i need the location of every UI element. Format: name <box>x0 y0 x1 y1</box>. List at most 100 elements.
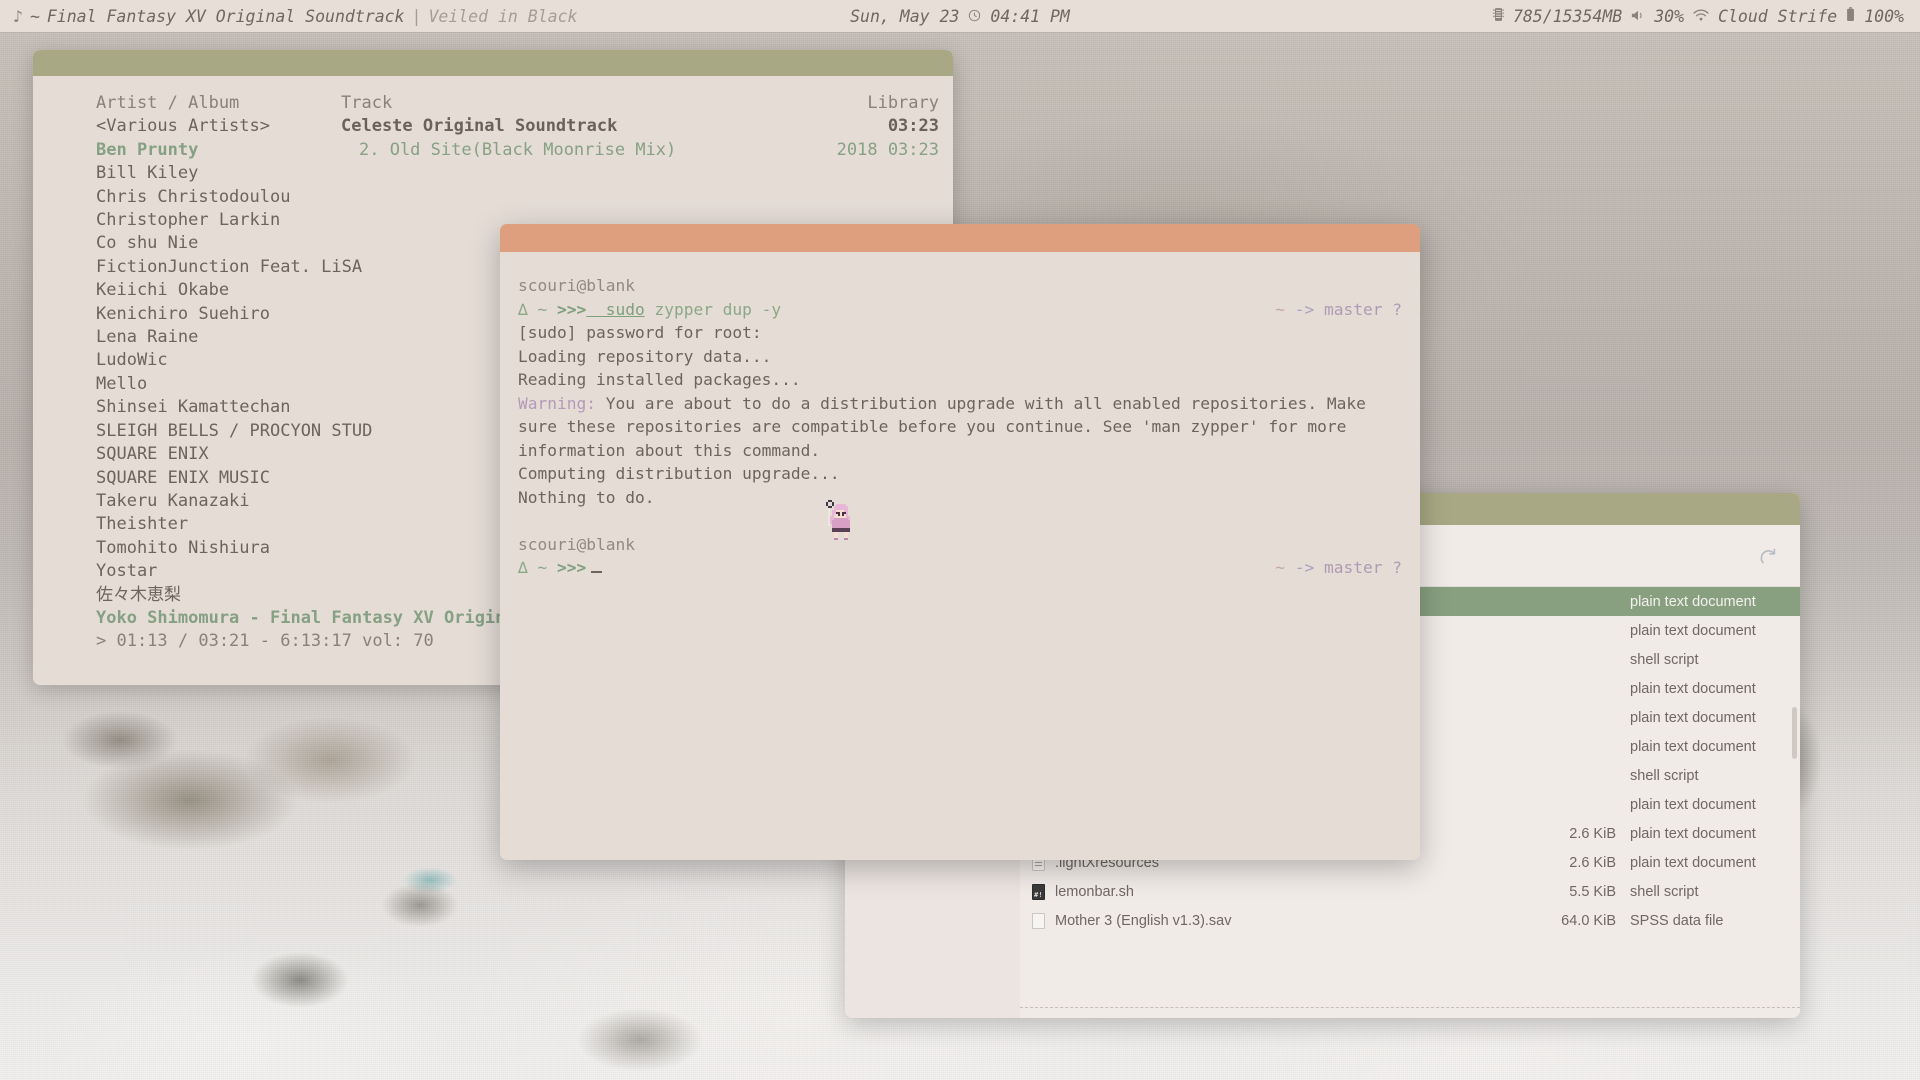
warning-text: You are about to do a distribution upgra… <box>518 394 1376 460</box>
artist-name: Kenichiro Suehiro <box>33 303 336 326</box>
file-type: plain text document <box>1630 623 1800 639</box>
artist-name: Theishter <box>33 513 336 536</box>
terminal-git-prompt: ~ -> master ? <box>1275 298 1402 322</box>
music-album-row[interactable]: <Various Artists> Celeste Original Sound… <box>33 115 953 138</box>
file-size: 5.5 KiB <box>1534 884 1630 900</box>
artist-name: Mello <box>33 373 336 396</box>
volume-icon[interactable] <box>1631 7 1645 26</box>
file-name: Mother 3 (English v1.3).sav <box>1045 913 1534 929</box>
music-track-row[interactable]: Ben Prunty 2. Old Site(Black Moonrise Mi… <box>33 139 953 162</box>
prompt-delta-icon: ∆ ~ <box>518 300 557 319</box>
shell-file-icon <box>1032 884 1045 900</box>
prompt-user-host: scouri@blank <box>518 535 635 554</box>
table-row[interactable]: lemonbar.sh5.5 KiBshell script <box>1020 877 1800 906</box>
file-size: 2.6 KiB <box>1534 826 1630 842</box>
file-size: 64.0 KiB <box>1534 913 1630 929</box>
file-type: shell script <box>1630 652 1800 668</box>
artist-name: LudoWic <box>33 349 336 372</box>
artist-name: Chris Christodoulou <box>33 186 336 209</box>
status-bar: ♪ ~ Final Fantasy XV Original Soundtrack… <box>0 0 1920 32</box>
terminal-output-line: [sudo] password for root: <box>518 321 1402 345</box>
terminal-active-prompt: ∆ ~ >>> ~ -> master ? <box>518 556 1402 580</box>
output-text: Loading repository data... <box>518 347 771 366</box>
file-type: plain text document <box>1630 855 1800 871</box>
battery-icon <box>1846 7 1855 26</box>
file-type: plain text document <box>1630 710 1800 726</box>
output-text: Computing distribution upgrade... <box>518 464 840 483</box>
selected-library: 2018 03:23 <box>818 139 953 162</box>
anime-girl-cursor <box>820 500 854 540</box>
terminal-prompt-user: scouri@blank <box>518 533 1402 557</box>
terminal-blank-line <box>518 509 1402 533</box>
artist-name: SQUARE ENIX <box>33 443 336 466</box>
artist-name: Bill Kiley <box>33 162 336 185</box>
output-text: Nothing to do. <box>518 488 654 507</box>
file-type: plain text document <box>1630 826 1800 842</box>
album-artist: <Various Artists> <box>33 115 336 138</box>
artist-name: SLEIGH BELLS / PROCYON STUD <box>33 420 336 443</box>
terminal-output-line: Reading installed packages... <box>518 368 1402 392</box>
prompt-arrow: >>> <box>557 558 586 577</box>
artist-list-item[interactable]: Chris Christodoulou <box>33 186 953 209</box>
selected-artist: Ben Prunty <box>33 139 336 162</box>
artist-name: Tomohito Nishiura <box>33 537 336 560</box>
status-bar-system-section: 785/15354MB 30% Cloud Strife 100% <box>1493 7 1904 26</box>
output-text: [sudo] password for root: <box>518 323 762 342</box>
file-type: shell script <box>1630 884 1800 900</box>
artist-name: FictionJunction Feat. LiSA <box>33 256 336 279</box>
artist-name: Yostar <box>33 560 336 583</box>
file-type: plain text document <box>1630 594 1800 610</box>
file-type: plain text document <box>1630 797 1800 813</box>
wifi-icon[interactable] <box>1693 7 1709 26</box>
artist-name: 佐々木恵梨 <box>33 584 336 607</box>
file-type: plain text document <box>1630 739 1800 755</box>
artist-name: Co shu Nie <box>33 232 336 255</box>
file-list-horizontal-scrollbar[interactable] <box>1020 1007 1800 1018</box>
terminal-git-prompt: ~ -> master ? <box>1275 556 1402 580</box>
file-type: SPSS data file <box>1630 913 1800 929</box>
wifi-ssid: Cloud Strife <box>1718 7 1837 26</box>
command-sudo: sudo <box>586 300 644 319</box>
music-player-titlebar[interactable] <box>33 50 953 76</box>
status-time: 04:41 PM <box>990 7 1069 26</box>
battery-value: 100% <box>1864 7 1904 26</box>
terminal-output-line: Nothing to do. <box>518 486 1402 510</box>
table-row[interactable]: Mother 3 (English v1.3).sav64.0 KiBSPSS … <box>1020 906 1800 935</box>
warning-label: Warning: <box>518 394 596 413</box>
artist-list-item[interactable]: Bill Kiley <box>33 162 953 185</box>
terminal-window[interactable]: scouri@blank ∆ ~ >>> sudo zypper dup -y ~ … <box>500 224 1420 860</box>
file-icon <box>1032 913 1045 929</box>
terminal-titlebar[interactable] <box>500 224 1420 252</box>
status-date: Sun, May 23 <box>850 7 959 26</box>
artist-name: Shinsei Kamattechan <box>33 396 336 419</box>
file-list-scrollbar[interactable] <box>1792 707 1797 759</box>
column-header-artist: Artist / Album <box>33 92 336 115</box>
clock-icon <box>968 7 981 26</box>
terminal-prompt-user: scouri@blank <box>518 274 1402 298</box>
command-args: zypper dup -y <box>645 300 781 319</box>
music-header-row: Artist / Album Track Library <box>33 92 953 115</box>
album-track: Celeste Original Soundtrack <box>336 115 818 138</box>
prompt-user-host: scouri@blank <box>518 276 635 295</box>
file-type: shell script <box>1630 768 1800 784</box>
column-header-library: Library <box>818 92 953 115</box>
artist-name: Lena Raine <box>33 326 336 349</box>
terminal-cursor <box>591 571 602 573</box>
volume-value: 30% <box>1654 7 1684 26</box>
ram-value: 785/15354MB <box>1513 7 1622 26</box>
column-header-track: Track <box>336 92 818 115</box>
output-text: Reading installed packages... <box>518 370 801 389</box>
terminal-warning-line: Warning: You are about to do a distribut… <box>518 392 1402 463</box>
album-library: 03:23 <box>818 115 953 138</box>
terminal-output[interactable]: scouri@blank ∆ ~ >>> sudo zypper dup -y ~ … <box>500 252 1420 580</box>
prompt-arrow: >>> <box>557 300 586 319</box>
artist-name: SQUARE ENIX MUSIC <box>33 467 336 490</box>
file-size: 2.6 KiB <box>1534 855 1630 871</box>
reload-icon[interactable] <box>1758 547 1778 573</box>
file-name: lemonbar.sh <box>1045 884 1534 900</box>
prompt-delta-icon: ∆ ~ <box>518 558 557 577</box>
terminal-output-line: Loading repository data... <box>518 345 1402 369</box>
terminal-command-line: ∆ ~ >>> sudo zypper dup -y ~ -> master ? <box>518 298 1402 322</box>
artist-name: Takeru Kanazaki <box>33 490 336 513</box>
ram-icon <box>1493 7 1504 26</box>
